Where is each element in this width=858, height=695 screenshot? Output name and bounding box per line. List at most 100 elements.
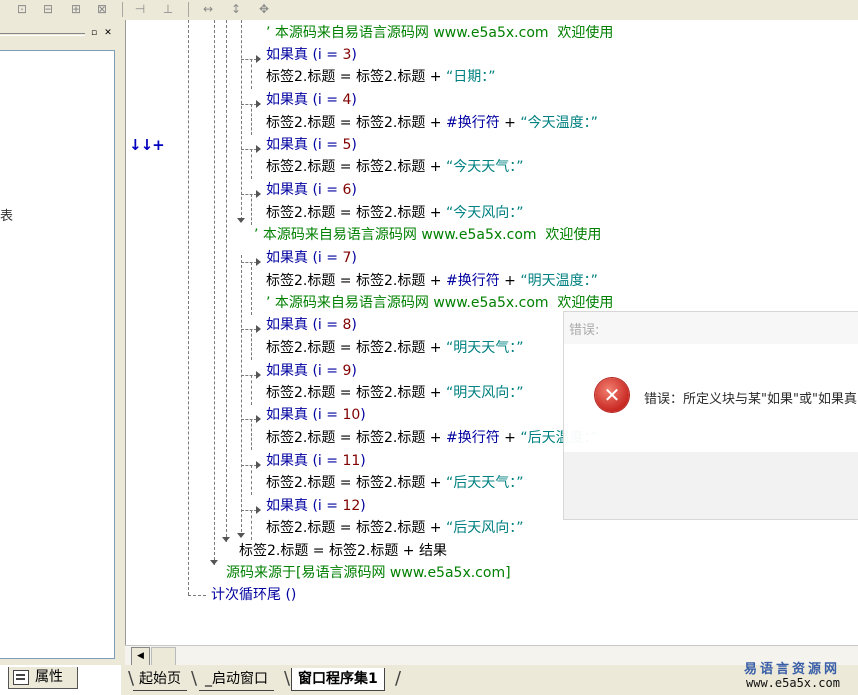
comment-line[interactable]: ’ 本源码来自易语言源码网 www.e5a5x.com 欢迎使用	[254, 226, 601, 244]
assign-line[interactable]: 标签2.标题 = 标签2.标题 + #换行符 + “明天温度：”	[266, 272, 598, 290]
code-token: )	[360, 407, 366, 423]
guide-line-vertical	[251, 104, 252, 135]
comment-line[interactable]: ’ 本源码来自易语言源码网 www.e5a5x.com 欢迎使用	[266, 24, 613, 42]
assign-line[interactable]: 标签2.标题 = 标签2.标题 + “日期：”	[266, 68, 496, 86]
code-token: 如果真	[266, 317, 313, 333]
tab-window-assembly[interactable]: 窗口程序集1	[291, 668, 385, 691]
code-token: 标签2.标题 = 标签2.标题 +	[266, 69, 446, 85]
assign-line[interactable]: 标签2.标题 = 标签2.标题 + #换行符 + “今天温度：”	[266, 114, 598, 132]
guide-line-horizontal	[241, 149, 257, 150]
code-token: 如果真	[266, 182, 313, 198]
guide-arrow-icon	[256, 258, 261, 266]
code-token: 标签2.标题 = 标签2.标题 +	[266, 159, 446, 175]
watermark-title: 易语言资源网	[744, 662, 841, 677]
if-condition-line[interactable]: 如果真 (i = 3)	[266, 46, 357, 64]
align-bottom-icon[interactable]: ⊥	[158, 1, 178, 18]
code-token: ’ 本源码来自易语言源码网	[266, 25, 434, 41]
guide-line-vertical	[251, 375, 252, 405]
align-hcenter-icon[interactable]: ⊣	[130, 1, 150, 18]
guide-arrow-icon	[237, 533, 245, 538]
code-token: 标签2.标题 = 标签2.标题 +	[266, 205, 446, 221]
assign-line[interactable]: 标签2.标题 = 标签2.标题 + 结果	[239, 542, 447, 560]
guide-arrow-icon	[256, 415, 261, 423]
assign-line[interactable]: 标签2.标题 = 标签2.标题 + “后天天气：”	[266, 474, 524, 492]
guide-line-horizontal	[241, 419, 257, 420]
code-token: (i =	[312, 407, 343, 423]
restore-icon[interactable]: ▫	[88, 27, 100, 39]
align-center-icon[interactable]: ⊟	[38, 1, 58, 18]
loop-end-line[interactable]: 计次循环尾 ()	[211, 586, 296, 604]
code-token: 计次循环尾 ()	[211, 587, 297, 603]
if-condition-line[interactable]: 如果真 (i = 11)	[266, 452, 366, 470]
code-token: 如果真	[266, 137, 313, 153]
align-left-icon[interactable]: ⊡	[12, 1, 32, 18]
if-condition-line[interactable]: 如果真 (i = 8)	[266, 316, 357, 334]
code-token: )	[360, 498, 366, 514]
assign-line[interactable]: 标签2.标题 = 标签2.标题 + #换行符 + “后天温度：”	[266, 429, 598, 447]
if-condition-line[interactable]: 如果真 (i = 4)	[266, 91, 357, 109]
same-width-icon[interactable]: ↔	[198, 1, 218, 18]
assign-line[interactable]: 标签2.标题 = 标签2.标题 + “今天风向：”	[266, 204, 524, 222]
guide-line-vertical	[241, 255, 242, 537]
if-condition-line[interactable]: 如果真 (i = 5)	[266, 136, 357, 154]
loop-marker-icon[interactable]: ↓↓+	[129, 136, 165, 154]
left-panel-titlebar[interactable]: ▫ ✕	[0, 26, 121, 42]
tab-startup-window[interactable]: _启动窗口	[199, 668, 274, 691]
same-height-icon[interactable]: ↕	[226, 1, 246, 18]
assign-line[interactable]: 标签2.标题 = 标签2.标题 + “明天风向：”	[266, 384, 524, 402]
comment-line[interactable]: ’ 本源码来自易语言源码网 www.e5a5x.com 欢迎使用	[266, 294, 613, 312]
code-token: “今天风向：”	[445, 205, 524, 221]
code-token: “后天天气：”	[445, 475, 524, 491]
error-dialog-body: ✕ 错误：所定义块与某"如果"或"如果真	[564, 344, 858, 452]
guide-line-vertical	[251, 329, 252, 360]
code-token: 如果真	[266, 363, 313, 379]
code-token: 源码来源于[易语言源码网	[226, 565, 390, 581]
error-dialog-title: 错误:	[569, 323, 600, 338]
guide-line-horizontal	[241, 375, 257, 376]
guide-arrow-icon	[237, 218, 245, 223]
close-icon[interactable]: ✕	[102, 27, 114, 39]
if-condition-line[interactable]: 如果真 (i = 7)	[266, 249, 357, 267]
guide-arrow-icon	[256, 371, 261, 379]
if-condition-line[interactable]: 如果真 (i = 9)	[266, 362, 357, 380]
guide-line-vertical	[251, 465, 252, 495]
code-token: 标签2.标题 = 标签2.标题 +	[266, 115, 446, 131]
guide-line-horizontal	[241, 510, 257, 511]
assign-line[interactable]: 标签2.标题 = 标签2.标题 + “今天天气：”	[266, 158, 524, 176]
left-panel-content[interactable]: 表	[0, 50, 115, 659]
code-token: )	[351, 317, 357, 333]
code-token: www.e5a5x.com	[433, 25, 549, 41]
code-token: )	[360, 453, 366, 469]
code-token: )	[351, 92, 357, 108]
code-token: 如果真	[266, 453, 313, 469]
scroll-thumb[interactable]	[151, 647, 176, 666]
property-tab-label: 属性	[35, 669, 63, 685]
align-top-icon[interactable]: ⊠	[92, 1, 112, 18]
toolbar-separator	[122, 2, 123, 17]
tab-start-page[interactable]: 起始页	[133, 668, 187, 691]
code-token: 标签2.标题 = 标签2.标题 +	[266, 430, 446, 446]
code-token: “明天温度：”	[520, 273, 598, 289]
property-tab[interactable]: 属性	[8, 667, 78, 689]
if-condition-line[interactable]: 如果真 (i = 6)	[266, 181, 357, 199]
code-token: (i =	[312, 363, 343, 379]
error-dialog[interactable]: 错误: ✕ 错误：所定义块与某"如果"或"如果真	[563, 311, 858, 520]
guide-line-vertical	[251, 194, 252, 225]
error-dialog-footer	[564, 452, 858, 519]
code-token: #换行符	[445, 273, 500, 289]
comment-line[interactable]: 源码来源于[易语言源码网 www.e5a5x.com]	[226, 564, 511, 582]
if-condition-line[interactable]: 如果真 (i = 12)	[266, 497, 366, 515]
code-token: 标签2.标题 = 标签2.标题 + 结果	[239, 543, 447, 559]
code-token: 如果真	[266, 498, 313, 514]
guide-line-horizontal	[241, 59, 257, 60]
same-size-icon[interactable]: ✥	[254, 1, 274, 18]
assign-line[interactable]: 标签2.标题 = 标签2.标题 + “后天风向：”	[266, 519, 524, 537]
assign-line[interactable]: 标签2.标题 = 标签2.标题 + “明天天气：”	[266, 339, 524, 357]
code-token: +	[499, 430, 521, 446]
scroll-left-icon[interactable]: ◀	[131, 647, 150, 666]
guide-line-horizontal	[241, 262, 257, 263]
tab-divider: \	[191, 668, 198, 689]
if-condition-line[interactable]: 如果真 (i = 10)	[266, 406, 366, 424]
tab-divider: /	[395, 668, 402, 689]
align-right-icon[interactable]: ⊞	[66, 1, 86, 18]
